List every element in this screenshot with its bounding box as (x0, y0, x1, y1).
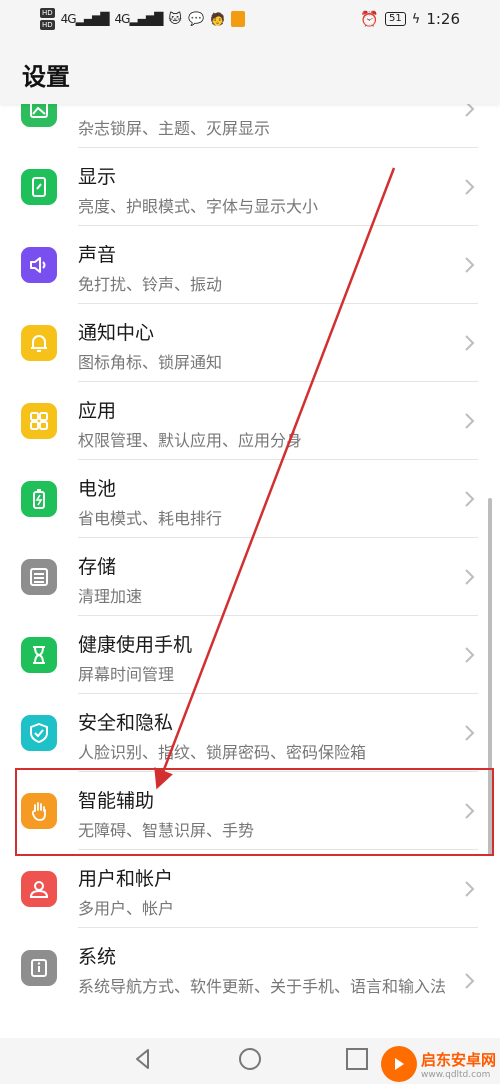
shield-icon (21, 715, 57, 751)
display-icon (21, 169, 57, 205)
settings-item-subtitle: 权限管理、默认应用、应用分身 (78, 431, 303, 450)
alarm-icon: ⏰ (360, 10, 379, 28)
app-notification-icon: 🧑 (210, 12, 226, 26)
settings-item-title: 声音 (78, 244, 117, 266)
chevron-right-icon (465, 257, 475, 273)
settings-item-subtitle: 屏幕时间管理 (78, 665, 175, 684)
charging-icon: ϟ (411, 11, 421, 27)
settings-item-subtitle: 图标角标、锁屏通知 (78, 353, 223, 372)
network-type: 4G (114, 12, 131, 26)
watermark-logo (380, 1046, 417, 1082)
cat-icon: 🐱 (168, 11, 182, 27)
settings-item-display[interactable]: 显示亮度、护眼模式、字体与显示大小 (0, 148, 500, 226)
settings-item-subtitle: 清理加速 (78, 587, 143, 606)
settings-item-title: 健康使用手机 (78, 634, 193, 656)
battery-level: 51 (385, 12, 406, 26)
info-icon (21, 950, 57, 986)
network-type: 4G (60, 12, 77, 26)
settings-item-digital-balance[interactable]: 健康使用手机 屏幕时间管理 (0, 616, 500, 694)
back-icon[interactable] (130, 1046, 156, 1072)
hd-badge: HD (40, 20, 55, 30)
settings-item-system[interactable]: 系统系统导航方式、软件更新、关于手机、语言和输入法 (0, 928, 500, 1034)
settings-item-subtitle: 多用户、帐户 (78, 899, 175, 918)
bell-icon (21, 325, 57, 361)
chevron-right-icon (465, 725, 475, 741)
header: 设置 (0, 38, 500, 104)
chevron-right-icon (465, 647, 475, 663)
settings-item-subtitle: 人脸识别、指纹、锁屏密码、密码保险箱 (78, 743, 367, 762)
settings-item-title: 存储 (78, 556, 117, 578)
chevron-right-icon (465, 179, 475, 195)
status-bar: HD HD 4G▂▄▆█ 4G▂▄▆█ 🐱 💬 🧑 ⏰ 51 ϟ 1:26 (0, 0, 500, 38)
chevron-right-icon (465, 803, 475, 819)
page-title: 设置 (22, 63, 70, 91)
settings-item-users[interactable]: 用户和帐户多用户、帐户 (0, 850, 500, 928)
chevron-right-icon (465, 569, 475, 585)
chevron-right-icon (465, 335, 475, 351)
status-left: HD HD 4G▂▄▆█ 4G▂▄▆█ 🐱 💬 🧑 (40, 8, 246, 30)
settings-item-title: 应用 (78, 400, 117, 422)
settings-item-title: 安全和隐私 (78, 712, 174, 734)
scrollbar[interactable] (488, 498, 492, 856)
chevron-right-icon (465, 973, 475, 989)
watermark-title: 启东安卓网 (420, 1050, 496, 1069)
storage-icon (21, 559, 57, 595)
signal-icon: 4G▂▄▆█ (114, 12, 164, 26)
settings-item-title: 电池 (78, 478, 117, 500)
chevron-right-icon (465, 881, 475, 897)
settings-item-title: 系统 (78, 946, 117, 968)
settings-item-storage[interactable]: 存储 清理加速 (0, 538, 500, 616)
home-icon[interactable] (237, 1046, 263, 1072)
chevron-right-icon (465, 413, 475, 429)
settings-item-apps[interactable]: 应用权限管理、默认应用、应用分身 (0, 382, 500, 460)
watermark: 启东安卓网 www.qdltd.com (380, 1046, 496, 1082)
settings-item-subtitle: 杂志锁屏、主题、灭屏显示 (78, 119, 271, 138)
watermark-url: www.qdltd.com (420, 1069, 491, 1080)
clock: 1:26 (426, 10, 460, 28)
settings-item-subtitle: 省电模式、耗电排行 (78, 509, 223, 528)
hd-badge: HD (40, 8, 55, 18)
battery-icon (21, 481, 57, 517)
settings-item-sound[interactable]: 声音免打扰、铃声、振动 (0, 226, 500, 304)
settings-item-accessibility[interactable]: 智能辅助无障碍、智慧识屏、手势 (0, 772, 500, 850)
recents-icon[interactable] (344, 1046, 370, 1072)
settings-item-battery[interactable]: 电池省电模式、耗电排行 (0, 460, 500, 538)
settings-item-title: 智能辅助 (78, 790, 155, 812)
signal-icon: 4G▂▄▆█ (60, 12, 110, 26)
chevron-right-icon (465, 491, 475, 507)
settings-item-subtitle: 免打扰、铃声、振动 (78, 275, 223, 294)
wechat-icon: 💬 (187, 11, 205, 27)
settings-item-subtitle: 无障碍、智慧识屏、手势 (78, 821, 255, 840)
apps-grid-icon (21, 403, 57, 439)
speaker-icon (21, 247, 57, 283)
user-icon (21, 871, 57, 907)
hourglass-icon (21, 637, 57, 673)
settings-item-title: 显示 (78, 166, 117, 188)
settings-item-notifications[interactable]: 通知中心图标角标、锁屏通知 (0, 304, 500, 382)
status-right: ⏰ 51 ϟ 1:26 (360, 10, 460, 28)
app-notification-icon (231, 11, 246, 27)
settings-item-title: 用户和帐户 (78, 868, 174, 890)
settings-item-subtitle: 亮度、护眼模式、字体与显示大小 (78, 197, 319, 216)
settings-item-subtitle: 系统导航方式、软件更新、关于手机、语言和输入法 (78, 977, 447, 996)
settings-item-security[interactable]: 安全和隐私人脸识别、指纹、锁屏密码、密码保险箱 (0, 694, 500, 772)
settings-list[interactable]: 杂志锁屏、主题、灭屏显示 显示亮度、护眼模式、字体与显示大小 声音免打扰、铃声、振动… (0, 94, 500, 1038)
hand-icon (21, 793, 57, 829)
settings-item-title: 通知中心 (78, 322, 155, 344)
